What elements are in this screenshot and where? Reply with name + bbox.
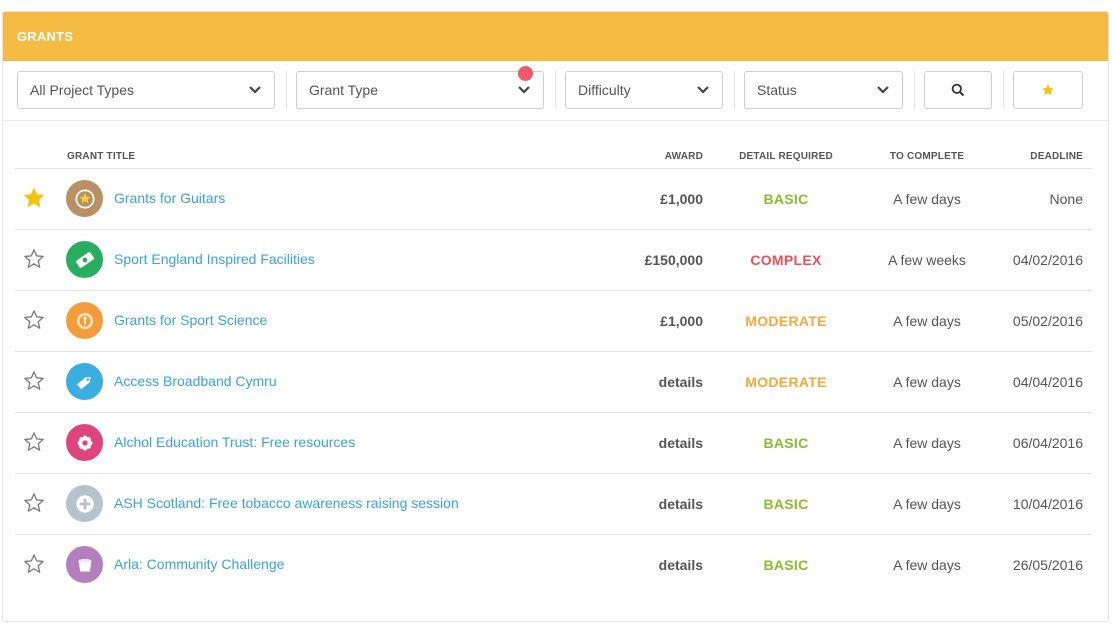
deadline-value: 05/02/2016 <box>1012 313 1083 329</box>
detail-required-badge: BASIC <box>763 435 809 451</box>
deadline-value: 04/04/2016 <box>1012 374 1083 390</box>
favorite-star-icon[interactable] <box>23 187 45 209</box>
to-complete-value: A few days <box>893 435 961 451</box>
detail-required-badge: BASIC <box>763 557 809 573</box>
flower-icon <box>66 424 103 461</box>
chevron-down-icon <box>249 86 261 94</box>
grant-type-select[interactable]: Grant Type <box>296 71 544 109</box>
award-value: £150,000 <box>644 252 703 268</box>
to-complete-value: A few days <box>893 374 961 390</box>
filter-bar: All Project Types Grant Type Difficulty … <box>3 61 1108 121</box>
column-award[interactable]: AWARD <box>665 151 703 162</box>
deadline-value: 04/02/2016 <box>1012 252 1083 268</box>
favorite-star-icon[interactable] <box>23 309 45 331</box>
detail-required-badge: MODERATE <box>745 374 827 390</box>
column-to-complete[interactable]: TO COMPLETE <box>867 151 987 162</box>
status-label: Status <box>757 82 797 98</box>
badge-icon <box>66 302 103 339</box>
banknote-icon <box>66 241 103 278</box>
award-value[interactable]: details <box>659 374 703 390</box>
table-row[interactable]: Arla: Community Challenge details BASIC A f… <box>15 535 1092 596</box>
table-row[interactable]: Access Broadband Cymru details MODERATE A f… <box>15 352 1092 413</box>
grant-title-link[interactable]: ASH Scotland: Free tobacco awareness rai… <box>114 495 459 511</box>
plus-icon <box>66 485 103 522</box>
award-value[interactable]: details <box>659 557 703 573</box>
project-type-select[interactable]: All Project Types <box>17 71 275 109</box>
award-value: £1,000 <box>660 191 703 207</box>
favorite-star-icon[interactable] <box>23 553 45 575</box>
award-value[interactable]: details <box>659 496 703 512</box>
deadline-value: None <box>1049 191 1083 207</box>
filter-divider <box>555 71 556 109</box>
deadline-value: 06/04/2016 <box>1012 435 1083 451</box>
difficulty-select[interactable]: Difficulty <box>565 71 723 109</box>
table-row[interactable]: Grants for Sport Science £1,000 MODERATE A … <box>15 291 1092 352</box>
to-complete-value: A few days <box>893 557 961 573</box>
filter-divider <box>734 71 735 109</box>
chevron-down-icon <box>877 86 889 94</box>
grant-title-link[interactable]: Grants for Sport Science <box>114 312 267 328</box>
favorite-star-icon[interactable] <box>23 370 45 392</box>
column-grant-title[interactable]: GRANT TITLE <box>67 151 135 162</box>
grant-title-link[interactable]: Grants for Guitars <box>114 190 225 206</box>
to-complete-value: A few weeks <box>888 252 966 268</box>
table-row[interactable]: Grants for Guitars £1,000 BASIC A few days N… <box>15 169 1092 230</box>
tag-icon <box>66 363 103 400</box>
award-value: £1,000 <box>660 313 703 329</box>
to-complete-value: A few days <box>893 313 961 329</box>
grant-title-link[interactable]: Arla: Community Challenge <box>114 556 284 572</box>
chevron-down-icon <box>518 86 530 94</box>
column-deadline[interactable]: DEADLINE <box>1030 151 1083 162</box>
search-icon <box>951 83 965 97</box>
detail-required-badge: MODERATE <box>745 313 827 329</box>
favorites-filter-button[interactable] <box>1013 71 1083 109</box>
grant-title-link[interactable]: Alchol Education Trust: Free resources <box>114 434 355 450</box>
grant-title-link[interactable]: Sport England Inspired Facilities <box>114 251 315 267</box>
panel-title: GRANTS <box>3 12 1108 61</box>
favorite-star-icon[interactable] <box>23 431 45 453</box>
table-row[interactable]: Sport England Inspired Facilities £150,00… <box>15 230 1092 291</box>
detail-required-badge: BASIC <box>763 496 809 512</box>
deadline-value: 26/05/2016 <box>1012 557 1083 573</box>
to-complete-value: A few days <box>893 191 961 207</box>
status-select[interactable]: Status <box>744 71 903 109</box>
filter-divider <box>286 71 287 109</box>
award-value[interactable]: details <box>659 435 703 451</box>
chevron-down-icon <box>697 86 709 94</box>
table-row[interactable]: ASH Scotland: Free tobacco awareness rai… <box>15 474 1092 535</box>
table-body: Grants for Guitars £1,000 BASIC A few days N… <box>15 169 1092 596</box>
star-icon <box>1042 84 1054 96</box>
filter-divider <box>1003 71 1004 109</box>
search-button[interactable] <box>924 71 992 109</box>
favorite-star-icon[interactable] <box>23 248 45 270</box>
notification-dot <box>518 66 533 81</box>
favorite-star-icon[interactable] <box>23 492 45 514</box>
table-header: GRANT TITLE AWARD DETAIL REQUIRED TO COM… <box>15 125 1092 169</box>
detail-required-badge: BASIC <box>763 191 809 207</box>
medal-icon <box>66 180 103 217</box>
filter-divider <box>914 71 915 109</box>
detail-required-badge: COMPLEX <box>750 252 822 268</box>
column-detail-required[interactable]: DETAIL REQUIRED <box>706 151 866 162</box>
grants-table: GRANT TITLE AWARD DETAIL REQUIRED TO COM… <box>15 125 1092 596</box>
difficulty-label: Difficulty <box>578 82 631 98</box>
project-type-label: All Project Types <box>30 82 135 98</box>
table-row[interactable]: Alchol Education Trust: Free resources de… <box>15 413 1092 474</box>
deadline-value: 10/04/2016 <box>1012 496 1083 512</box>
grant-title-link[interactable]: Access Broadband Cymru <box>114 373 277 389</box>
to-complete-value: A few days <box>893 496 961 512</box>
grant-type-label: Grant Type <box>309 82 379 98</box>
bucket-icon <box>66 546 103 583</box>
